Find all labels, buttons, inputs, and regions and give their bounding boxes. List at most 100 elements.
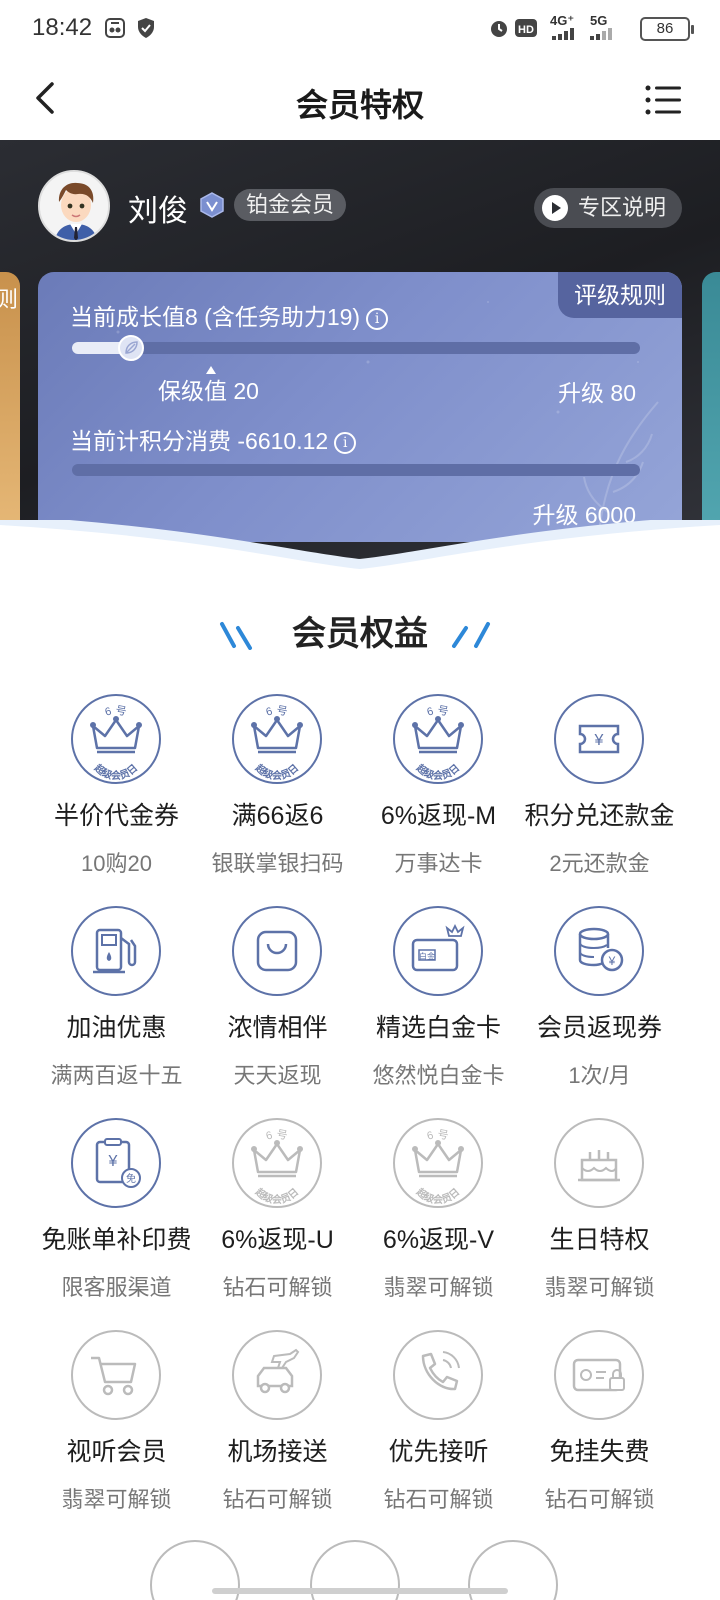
benefit-title: 优先接听 (388, 1438, 489, 1466)
hd-icon: HD (514, 16, 542, 40)
crown-6-icon: 6 号超级会员日 (393, 694, 483, 784)
nav-bar: 会员特权 (0, 58, 720, 140)
benefit-subtitle: 10购20 (81, 851, 152, 876)
benefit-item[interactable]: ¥ 积分兑还款金 2元还款金 (519, 690, 680, 890)
benefit-item[interactable]: 加油优惠满两百返十五 (36, 902, 197, 1102)
svg-text:HD: HD (518, 24, 534, 36)
fuel-pump-icon (71, 906, 161, 996)
benefit-subtitle: 钻石可解锁 (222, 1487, 333, 1512)
screen-record-icon (104, 16, 126, 40)
status-bar: 18:42 HD 4G⁺ 5G 86 (0, 0, 720, 58)
spend-row: 当前计积分消费 -6610.12 i (70, 422, 357, 456)
yen-ticket-icon: ¥ (554, 694, 644, 784)
header-wave-divider (0, 520, 720, 580)
list-menu-icon (645, 85, 681, 115)
bill-free-icon: ¥ 免 (71, 1118, 161, 1208)
info-icon[interactable]: i (366, 307, 389, 330)
avatar[interactable] (38, 170, 110, 242)
zone-info-button[interactable]: 专区说明 (534, 188, 682, 228)
svg-text:超级会员日: 超级会员日 (252, 761, 301, 782)
benefit-item[interactable]: 白金精选白金卡悠然悦白金卡 (358, 902, 519, 1102)
benefit-subtitle: 悠然悦白金卡 (372, 1063, 505, 1088)
benefit-item[interactable]: ¥ 免免账单补印费 限客服渠道 (36, 1114, 197, 1314)
benefit-subtitle: 翡翠可解锁 (61, 1487, 172, 1512)
svg-text:¥: ¥ (594, 732, 604, 749)
benefit-item[interactable]: 浓情相伴 天天返现 (197, 902, 358, 1102)
rating-rules-tab[interactable]: 评级规则 (558, 272, 682, 318)
birthday-cake-icon (554, 1118, 644, 1208)
benefit-item[interactable]: 生日特权 翡翠可解锁 (519, 1114, 680, 1314)
card-lock-icon (554, 1330, 644, 1420)
crown-6-icon: 6 号超级会员日 (232, 1118, 322, 1208)
prev-card-label: 则 (0, 287, 19, 312)
zone-info-label: 专区说明 (578, 195, 667, 220)
benefit-item[interactable]: 6 号超级会员日 6%返现-U 钻石可解锁 (197, 1114, 358, 1314)
benefit-subtitle: 钻石可解锁 (544, 1487, 655, 1512)
svg-text:免: 免 (126, 1172, 136, 1185)
svg-text:超级会员日: 超级会员日 (413, 1185, 462, 1206)
benefit-item[interactable]: 6 号超级会员日 半价代金券 10购20 (36, 690, 197, 890)
benefit-item[interactable]: 优先接听 钻石可解锁 (358, 1326, 519, 1526)
benefit-title: 免账单补印费 (41, 1226, 192, 1254)
benefits-section-title: 会员权益 (292, 615, 428, 653)
benefit-title: 免挂失费 (549, 1438, 650, 1466)
network-5g-label: 5G (590, 13, 608, 28)
upgrade-growth-target: 升级 80 (558, 380, 636, 406)
benefit-item[interactable]: 免挂失费 钻石可解锁 (519, 1326, 680, 1526)
benefit-subtitle: 2元还款金 (549, 851, 650, 876)
benefit-title: 6%返现-U (221, 1226, 334, 1254)
status-time: 18:42 (32, 14, 93, 41)
svg-text:¥: ¥ (608, 954, 616, 968)
benefit-title: 机场接送 (227, 1438, 328, 1466)
benefit-subtitle: 满两百返十五 (50, 1063, 183, 1088)
spend-progress-bar (72, 464, 640, 476)
benefit-item[interactable]: 6 号超级会员日 满66返6 银联掌银扫码 (197, 690, 358, 890)
benefit-title: 视听会员 (66, 1438, 167, 1466)
platinum-level-icon (199, 192, 225, 218)
benefit-item[interactable]: ¥ 会员返现券 1次/月 (519, 902, 680, 1102)
keep-level-value: 保级值 20 (158, 378, 259, 404)
benefit-title: 生日特权 (549, 1226, 650, 1254)
benefit-subtitle: 翡翠可解锁 (383, 1275, 494, 1300)
shopping-cart-icon (71, 1330, 161, 1420)
network-4g-label: 4G⁺ (550, 13, 575, 28)
benefit-subtitle: 天天返现 (233, 1063, 322, 1088)
crown-6-icon: 6 号超级会员日 (393, 1118, 483, 1208)
benefit-item[interactable]: 6 号超级会员日 6%返现-M 万事达卡 (358, 690, 519, 890)
menu-button[interactable] (644, 82, 684, 118)
benefit-subtitle: 钻石可解锁 (222, 1275, 333, 1300)
benefit-subtitle: 钻石可解锁 (383, 1487, 494, 1512)
benefit-title: 6%返现-V (382, 1226, 495, 1254)
growth-progress-knob (118, 335, 144, 361)
crown-6-icon: 6 号超级会员日 (232, 694, 322, 784)
benefit-title: 6%返现-M (380, 802, 497, 830)
page-title: 会员特权 (295, 87, 424, 123)
info-icon[interactable]: i (334, 431, 357, 454)
spend-label: 当前计积分消费 -6610.12 (70, 428, 329, 454)
next-level-card[interactable] (702, 272, 720, 532)
leaf-icon (125, 341, 138, 354)
benefit-item[interactable]: 机场接送 钻石可解锁 (197, 1326, 358, 1526)
prev-level-card[interactable]: 则 (0, 272, 20, 532)
benefit-title: 积分兑还款金 (524, 802, 675, 830)
svg-text:超级会员日: 超级会员日 (91, 761, 140, 782)
play-circle-icon (542, 195, 568, 221)
shield-icon (136, 16, 156, 40)
shopping-bag-icon (232, 906, 322, 996)
benefit-subtitle: 银联掌银扫码 (211, 851, 344, 876)
benefit-item[interactable]: 6 号超级会员日 6%返现-V 翡翠可解锁 (358, 1114, 519, 1314)
title-deco-right-icon (452, 622, 490, 648)
benefit-title: 加油优惠 (66, 1014, 167, 1042)
home-indicator[interactable] (212, 1588, 508, 1594)
benefit-title: 半价代金券 (53, 802, 179, 830)
member-level-badge: 铂金会员 (234, 189, 347, 221)
benefit-subtitle: 1次/月 (568, 1063, 631, 1088)
benefit-title: 浓情相伴 (227, 1014, 328, 1042)
benefit-subtitle: 限客服渠道 (61, 1275, 172, 1300)
svg-text:白金: 白金 (419, 951, 435, 961)
growth-value-label: 当前成长值8 (含任务助力19) (70, 304, 361, 330)
benefit-subtitle: 万事达卡 (394, 851, 483, 876)
benefit-item[interactable]: 视听会员 翡翠可解锁 (36, 1326, 197, 1526)
benefit-title: 精选白金卡 (375, 1014, 501, 1042)
coin-stack-icon: ¥ (554, 906, 644, 996)
